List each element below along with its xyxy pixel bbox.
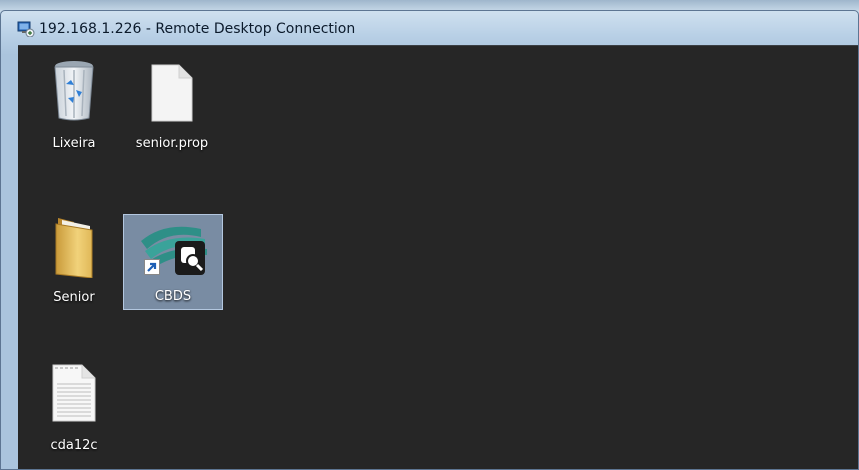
title-bar[interactable]: 192.168.1.226 - Remote Desktop Connectio… [1, 11, 858, 44]
desktop-icon-lixeira[interactable]: Lixeira [24, 54, 124, 151]
window-title: 192.168.1.226 - Remote Desktop Connectio… [39, 21, 356, 37]
text-document-icon [52, 364, 96, 426]
desktop-icon-senior-folder[interactable]: Senior [24, 206, 124, 305]
recycle-bin-icon [52, 60, 96, 126]
desktop-icon-label: Senior [53, 290, 95, 305]
desktop-icon-label: Lixeira [52, 136, 96, 151]
remote-desktop-window: 192.168.1.226 - Remote Desktop Connectio… [0, 10, 859, 470]
desktop-icon-label: senior.prop [135, 136, 209, 151]
desktop-icon-label: cda12c [50, 438, 98, 453]
desktop-icon-cbds[interactable]: CBDS [123, 214, 223, 310]
desktop-icon-label: CBDS [154, 289, 192, 304]
desktop-icon-cda12c[interactable]: cda12c [24, 356, 124, 453]
remote-desktop-area[interactable]: Lixeira senior.prop Senior CBDS cda12c [18, 45, 858, 469]
desktop-icon-senior-prop[interactable]: senior.prop [122, 54, 222, 151]
file-icon [151, 64, 193, 126]
folder-icon [54, 216, 94, 282]
remote-desktop-icon [17, 21, 35, 38]
shortcut-arrow-icon [144, 259, 160, 279]
